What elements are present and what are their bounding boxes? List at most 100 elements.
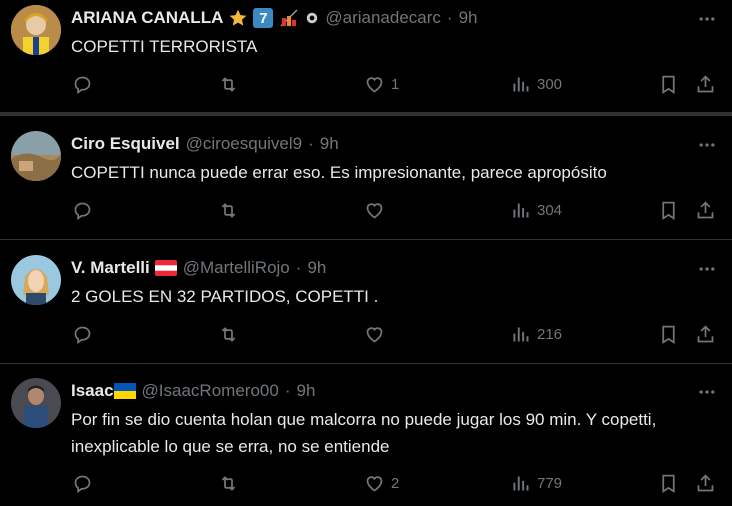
like-button[interactable]: 2 bbox=[364, 473, 399, 494]
avatar[interactable] bbox=[11, 5, 61, 55]
views-icon bbox=[513, 327, 529, 342]
star-icon bbox=[228, 8, 248, 28]
like-icon bbox=[366, 77, 383, 93]
tweet-1[interactable]: ARIANA CANALLA 7 @arianadecarc · 9h COPE… bbox=[0, 0, 732, 112]
handle[interactable]: @MartelliRojo bbox=[183, 258, 290, 278]
action-bar: 2 779 bbox=[0, 473, 732, 497]
bookmark-icon bbox=[662, 474, 675, 494]
more-icon[interactable] bbox=[696, 381, 718, 403]
like-icon bbox=[366, 476, 383, 492]
views-icon bbox=[513, 476, 529, 491]
dot-separator: · bbox=[446, 8, 453, 27]
like-icon bbox=[366, 203, 383, 219]
views-icon bbox=[513, 203, 529, 218]
tweet-text: COPETTI TERRORISTA bbox=[71, 37, 258, 56]
more-icon[interactable] bbox=[696, 8, 718, 30]
share-button[interactable] bbox=[695, 473, 716, 494]
reply-button[interactable] bbox=[72, 200, 99, 221]
more-icon[interactable] bbox=[696, 134, 718, 156]
retweet-icon bbox=[221, 476, 236, 491]
flag-emoji-icon bbox=[278, 8, 300, 28]
action-bar: 304 bbox=[0, 200, 732, 224]
views-button[interactable]: 779 bbox=[510, 473, 562, 494]
austria-flag-icon bbox=[154, 260, 177, 276]
reply-icon bbox=[74, 475, 91, 494]
avatar[interactable] bbox=[11, 131, 61, 181]
handle[interactable]: @arianadecarc bbox=[325, 8, 441, 28]
reply-button[interactable] bbox=[72, 324, 99, 345]
action-bar: 1 300 bbox=[0, 74, 732, 98]
number-badge-icon: 7 bbox=[253, 8, 274, 28]
ukraine-flag-icon bbox=[113, 383, 136, 399]
handle[interactable]: @ciroesquivel9 bbox=[186, 134, 302, 154]
retweet-icon bbox=[221, 77, 236, 92]
like-icon bbox=[366, 327, 383, 343]
bookmark-icon bbox=[662, 201, 675, 221]
retweet-icon bbox=[221, 327, 236, 342]
views-button[interactable]: 304 bbox=[510, 200, 562, 221]
share-icon bbox=[697, 474, 714, 492]
timestamp[interactable]: 9h bbox=[307, 258, 326, 278]
tweet-2[interactable]: Ciro Esquivel @ciroesquivel9 · 9h COPETT… bbox=[0, 116, 732, 239]
handle[interactable]: @IsaacRomero00 bbox=[142, 381, 279, 401]
action-bar: 216 bbox=[0, 324, 732, 348]
bookmark-button[interactable] bbox=[658, 74, 679, 95]
bookmark-icon bbox=[662, 75, 675, 95]
share-button[interactable] bbox=[695, 74, 716, 95]
views-count: 779 bbox=[537, 475, 563, 492]
more-icon[interactable] bbox=[696, 258, 718, 280]
display-name[interactable]: Isaac bbox=[71, 381, 114, 401]
share-icon bbox=[697, 325, 714, 343]
tweet-header: V. Martelli @MartelliRojo · 9h bbox=[71, 256, 326, 280]
tweet-text: Por fin se dio cuenta holan que malcorra… bbox=[71, 410, 657, 456]
reply-icon bbox=[74, 202, 91, 221]
retweet-button[interactable] bbox=[218, 473, 245, 494]
share-icon bbox=[697, 201, 714, 219]
views-icon bbox=[513, 77, 529, 92]
timestamp[interactable]: 9h bbox=[320, 134, 339, 154]
tweet-header: Isaac @IsaacRomero00 · 9h bbox=[71, 379, 315, 403]
dot-separator: · bbox=[284, 381, 291, 400]
tweet-4[interactable]: Isaac @IsaacRomero00 · 9h Por fin se dio… bbox=[0, 364, 732, 506]
display-name[interactable]: ARIANA CANALLA bbox=[71, 8, 223, 28]
retweet-icon bbox=[221, 203, 236, 218]
views-button[interactable]: 216 bbox=[510, 324, 562, 345]
reply-icon bbox=[74, 76, 91, 95]
like-count: 2 bbox=[391, 475, 400, 492]
like-button[interactable] bbox=[364, 200, 391, 221]
bookmark-button[interactable] bbox=[658, 473, 679, 494]
reply-icon bbox=[74, 326, 91, 345]
tweet-text: 2 GOLES EN 32 PARTIDOS, COPETTI . bbox=[71, 287, 379, 306]
views-count: 304 bbox=[537, 202, 563, 219]
reply-button[interactable] bbox=[72, 473, 99, 494]
retweet-button[interactable] bbox=[218, 200, 245, 221]
retweet-button[interactable] bbox=[218, 74, 245, 95]
gear-icon bbox=[305, 11, 319, 25]
bookmark-button[interactable] bbox=[658, 200, 679, 221]
views-count: 216 bbox=[537, 326, 563, 343]
avatar[interactable] bbox=[11, 255, 61, 305]
like-button[interactable]: 1 bbox=[364, 74, 399, 95]
avatar[interactable] bbox=[11, 378, 61, 428]
bookmark-icon bbox=[662, 325, 675, 345]
share-button[interactable] bbox=[695, 200, 716, 221]
retweet-button[interactable] bbox=[218, 324, 245, 345]
tweet-header: Ciro Esquivel @ciroesquivel9 · 9h bbox=[71, 132, 339, 156]
display-name[interactable]: V. Martelli bbox=[71, 258, 150, 278]
tweet-3[interactable]: V. Martelli @MartelliRojo · 9h 2 GOLES E… bbox=[0, 240, 732, 363]
tweet-text: COPETTI nunca puede errar eso. Es impres… bbox=[71, 163, 607, 182]
views-count: 300 bbox=[537, 76, 563, 93]
timestamp[interactable]: 9h bbox=[459, 8, 478, 28]
dot-separator: · bbox=[295, 258, 302, 277]
timestamp[interactable]: 9h bbox=[296, 381, 315, 401]
dot-separator: · bbox=[308, 134, 314, 153]
views-button[interactable]: 300 bbox=[510, 74, 562, 95]
reply-button[interactable] bbox=[72, 74, 99, 95]
tweet-header: ARIANA CANALLA 7 @arianadecarc · 9h bbox=[71, 6, 478, 30]
bookmark-button[interactable] bbox=[658, 324, 679, 345]
like-count: 1 bbox=[391, 76, 400, 93]
like-button[interactable] bbox=[364, 324, 391, 345]
share-icon bbox=[697, 75, 714, 93]
display-name[interactable]: Ciro Esquivel bbox=[71, 134, 180, 154]
share-button[interactable] bbox=[695, 324, 716, 345]
